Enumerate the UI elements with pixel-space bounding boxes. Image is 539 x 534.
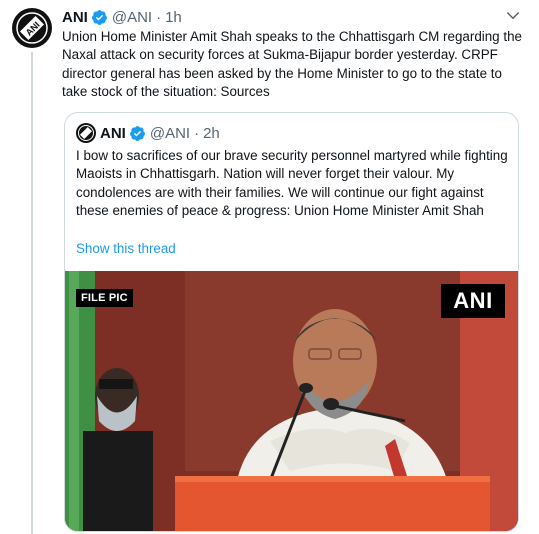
- ani-watermark-logo: ANI: [441, 284, 505, 318]
- file-pic-label: FILE PIC: [76, 289, 133, 307]
- separator-dot: ·: [156, 8, 162, 26]
- quoted-tweet-header: ANI @ANI · 2h: [76, 123, 220, 143]
- author-name[interactable]: ANI: [62, 9, 88, 26]
- quoted-tweet[interactable]: ANI @ANI · 2h I bow to sacrifices of our…: [64, 112, 519, 532]
- quoted-tweet-timestamp[interactable]: 2h: [203, 125, 220, 142]
- quoted-tweet-text: I bow to sacrifices of our brave securit…: [76, 148, 508, 218]
- tweet-header: ANI @ANI · 1h: [62, 7, 182, 27]
- separator-dot: ·: [194, 124, 200, 142]
- author-handle[interactable]: @ANI: [112, 9, 152, 26]
- author-avatar[interactable]: ANI: [12, 8, 52, 48]
- ani-avatar-logo-small: [76, 123, 96, 143]
- quoted-author-name[interactable]: ANI: [100, 125, 126, 142]
- quoted-tweet-photo[interactable]: FILE PIC ANI: [65, 271, 518, 531]
- show-thread-link[interactable]: Show this thread: [76, 241, 176, 256]
- more-options-icon[interactable]: [500, 6, 526, 26]
- quoted-author-handle[interactable]: @ANI: [150, 125, 190, 142]
- verified-badge-icon: [129, 125, 145, 141]
- ani-avatar-logo: ANI: [13, 9, 51, 47]
- verified-badge-icon: [91, 9, 107, 25]
- thread-connector-line: [31, 52, 33, 534]
- tweet-timestamp[interactable]: 1h: [165, 9, 182, 26]
- tweet-text: Union Home Minister Amit Shah speaks to …: [62, 29, 522, 99]
- chevron-down-icon: [507, 12, 519, 19]
- tweet[interactable]: ANI ANI @ANI · 1h Union Home Minister Am…: [0, 0, 539, 534]
- quoted-author-avatar[interactable]: [76, 123, 96, 143]
